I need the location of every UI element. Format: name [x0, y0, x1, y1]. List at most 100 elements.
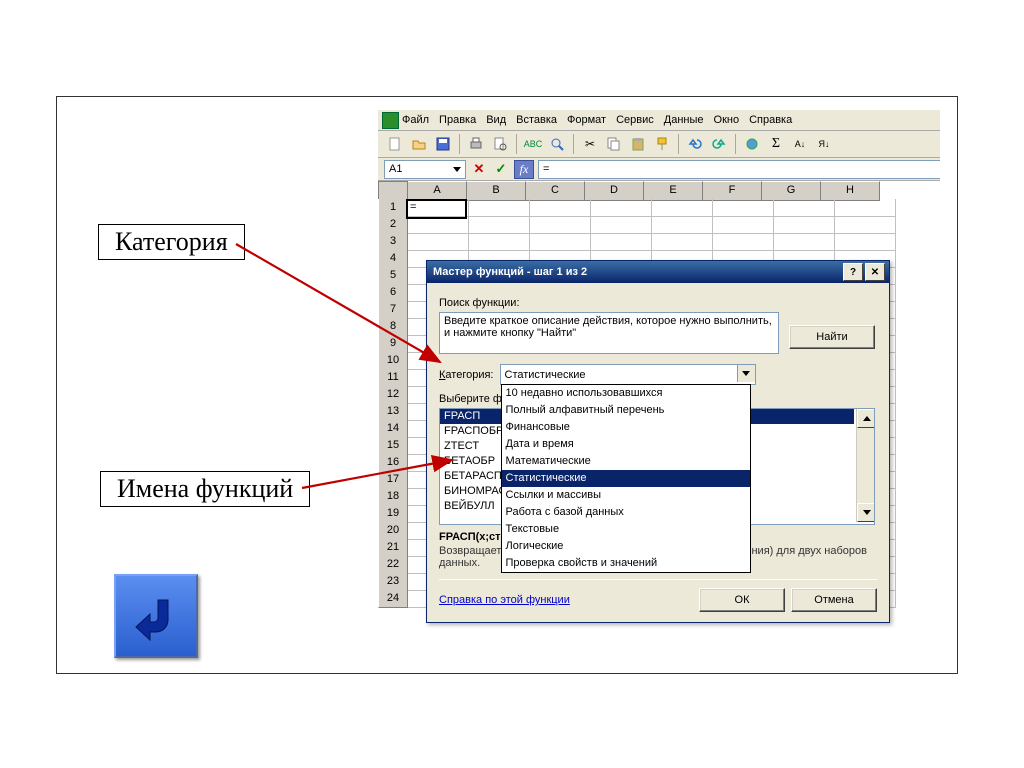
category-option[interactable]: Финансовые — [502, 419, 750, 436]
cell[interactable] — [530, 216, 591, 234]
row-header[interactable]: 2 — [378, 216, 408, 234]
menu-insert[interactable]: Вставка — [516, 114, 557, 126]
row-header[interactable]: 5 — [378, 267, 408, 285]
category-option[interactable]: Работа с базой данных — [502, 504, 750, 521]
copy-icon[interactable] — [603, 133, 625, 155]
cell[interactable] — [469, 216, 530, 234]
category-option[interactable]: Полный алфавитный перечень — [502, 402, 750, 419]
row-header[interactable]: 24 — [378, 590, 408, 608]
cell[interactable] — [774, 216, 835, 234]
row-header[interactable]: 1 — [378, 199, 408, 217]
undo-icon[interactable] — [684, 133, 706, 155]
category-option[interactable]: Логические — [502, 538, 750, 555]
save-icon[interactable] — [432, 133, 454, 155]
row-header[interactable]: 3 — [378, 233, 408, 251]
cancel-button[interactable]: Отмена — [791, 588, 877, 612]
sort-asc-icon[interactable]: A↓ — [789, 133, 811, 155]
cell[interactable] — [713, 199, 774, 217]
row-header[interactable]: 21 — [378, 539, 408, 557]
combo-dropdown-icon[interactable] — [737, 365, 755, 382]
select-all-corner[interactable] — [378, 181, 408, 201]
col-header[interactable]: G — [762, 181, 821, 201]
col-header[interactable]: D — [585, 181, 644, 201]
enter-formula-icon[interactable]: ✓ — [492, 161, 510, 177]
search-input[interactable]: Введите краткое описание действия, котор… — [439, 312, 779, 354]
category-option[interactable]: Статистические — [502, 470, 750, 487]
row-header[interactable]: 23 — [378, 573, 408, 591]
cell[interactable] — [835, 233, 896, 251]
formula-input[interactable]: = — [538, 160, 940, 179]
cell[interactable] — [774, 233, 835, 251]
new-icon[interactable] — [384, 133, 406, 155]
row-header[interactable]: 14 — [378, 420, 408, 438]
category-option[interactable]: Математические — [502, 453, 750, 470]
row-header[interactable]: 10 — [378, 352, 408, 370]
row-header[interactable]: 16 — [378, 454, 408, 472]
cell[interactable] — [774, 199, 835, 217]
col-header[interactable]: C — [526, 181, 585, 201]
cell[interactable] — [530, 199, 591, 217]
sort-desc-icon[interactable]: Я↓ — [813, 133, 835, 155]
cancel-formula-icon[interactable]: ✕ — [470, 161, 488, 177]
row-header[interactable]: 19 — [378, 505, 408, 523]
cell[interactable] — [835, 216, 896, 234]
category-option[interactable]: Проверка свойств и значений — [502, 555, 750, 572]
cell[interactable] — [835, 199, 896, 217]
close-icon[interactable]: ✕ — [865, 263, 885, 281]
row-header[interactable]: 7 — [378, 301, 408, 319]
paste-icon[interactable] — [627, 133, 649, 155]
menu-edit[interactable]: Правка — [439, 114, 476, 126]
cell[interactable] — [591, 216, 652, 234]
redo-icon[interactable] — [708, 133, 730, 155]
cut-icon[interactable]: ✂ — [579, 133, 601, 155]
row-header[interactable]: 13 — [378, 403, 408, 421]
spellcheck-icon[interactable]: ABC — [522, 133, 544, 155]
row-header[interactable]: 15 — [378, 437, 408, 455]
menu-view[interactable]: Вид — [486, 114, 506, 126]
menu-bar[interactable]: Файл Правка Вид Вставка Формат Сервис Да… — [378, 110, 940, 131]
row-header[interactable]: 17 — [378, 471, 408, 489]
cell[interactable] — [652, 233, 713, 251]
category-combo[interactable]: Статистические 10 недавно использовавших… — [500, 364, 756, 385]
autosum-icon[interactable]: Σ — [765, 133, 787, 155]
row-header[interactable]: 8 — [378, 318, 408, 336]
menu-help[interactable]: Справка — [749, 114, 792, 126]
fx-icon[interactable]: fx — [514, 160, 534, 179]
row-header[interactable]: 11 — [378, 369, 408, 387]
cell[interactable] — [713, 233, 774, 251]
cell[interactable] — [408, 233, 469, 251]
row-header[interactable]: 12 — [378, 386, 408, 404]
menu-file[interactable]: Файл — [402, 114, 429, 126]
category-option[interactable]: Ссылки и массивы — [502, 487, 750, 504]
help-button[interactable]: ? — [843, 263, 863, 281]
function-help-link[interactable]: Справка по этой функции — [439, 594, 570, 606]
col-header[interactable]: A — [408, 181, 467, 201]
menu-window[interactable]: Окно — [714, 114, 740, 126]
cell[interactable] — [713, 216, 774, 234]
row-header[interactable]: 20 — [378, 522, 408, 540]
name-box[interactable]: A1 — [384, 160, 466, 179]
col-header[interactable]: H — [821, 181, 880, 201]
menu-format[interactable]: Формат — [567, 114, 606, 126]
open-icon[interactable] — [408, 133, 430, 155]
find-button[interactable]: Найти — [789, 325, 875, 349]
category-dropdown-list[interactable]: 10 недавно использовавшихсяПолный алфави… — [501, 384, 751, 573]
category-option[interactable]: Текстовые — [502, 521, 750, 538]
col-header[interactable]: E — [644, 181, 703, 201]
cell[interactable] — [652, 199, 713, 217]
cell[interactable] — [469, 233, 530, 251]
dialog-titlebar[interactable]: Мастер функций - шаг 1 из 2 ? ✕ — [427, 261, 889, 283]
category-option[interactable]: 10 недавно использовавшихся — [502, 385, 750, 402]
print-preview-icon[interactable] — [489, 133, 511, 155]
cell[interactable] — [408, 216, 469, 234]
menu-data[interactable]: Данные — [664, 114, 704, 126]
hyperlink-icon[interactable] — [741, 133, 763, 155]
scroll-up-icon[interactable] — [857, 409, 875, 428]
row-header[interactable]: 4 — [378, 250, 408, 268]
col-header[interactable]: F — [703, 181, 762, 201]
cell[interactable] — [530, 233, 591, 251]
menu-tools[interactable]: Сервис — [616, 114, 654, 126]
category-option[interactable]: Дата и время — [502, 436, 750, 453]
cell[interactable] — [591, 199, 652, 217]
cell[interactable] — [469, 199, 530, 217]
